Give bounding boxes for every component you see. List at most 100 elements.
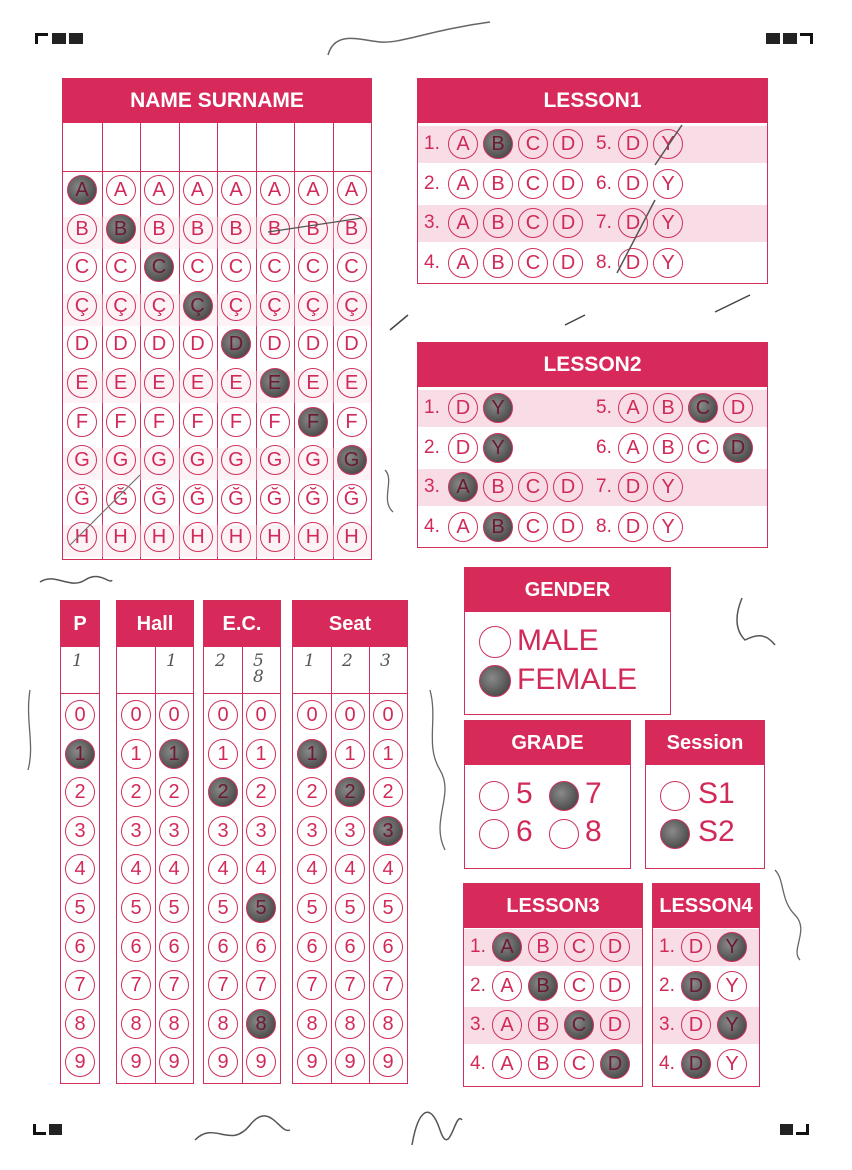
name-letter-bubble[interactable]: D	[182, 329, 213, 360]
name-letter-bubble[interactable]: A	[221, 175, 251, 205]
name-letter-bubble[interactable]: B	[298, 213, 328, 244]
ec-digit-bubble[interactable]: 8	[246, 1008, 276, 1039]
hall-digit-bubble[interactable]: 6	[121, 931, 151, 962]
seat-digit-bubble[interactable]: 1	[297, 738, 327, 769]
lesson4-answer-bubble[interactable]: Y	[717, 1049, 747, 1079]
seat-digit-bubble[interactable]: 2	[335, 777, 365, 808]
hall-digit-bubble[interactable]: 8	[121, 1008, 151, 1039]
lesson3-answer-bubble[interactable]: C	[564, 971, 594, 1001]
lesson2-answer-bubble[interactable]: D	[618, 472, 648, 502]
name-letter-bubble[interactable]: G	[259, 445, 290, 476]
ec-digit-bubble[interactable]: 5	[246, 893, 276, 923]
name-letter-bubble[interactable]: F	[144, 406, 174, 437]
lesson1-answer-bubble[interactable]: Y	[653, 129, 683, 159]
ec-digit-bubble[interactable]: 9	[208, 1047, 238, 1078]
ec-digit-bubble[interactable]: 0	[246, 700, 276, 730]
name-letter-bubble[interactable]: E	[182, 368, 213, 398]
name-letter-bubble[interactable]: E	[298, 368, 328, 398]
lesson3-answer-bubble[interactable]: D	[600, 1049, 630, 1079]
lesson3-answer-bubble[interactable]: D	[600, 971, 630, 1001]
lesson2-answer-bubble[interactable]: A	[448, 472, 478, 502]
p-digit-bubble[interactable]: 4	[65, 854, 95, 885]
seat-digit-bubble[interactable]: 2	[297, 777, 327, 808]
p-digit-bubble[interactable]: 1	[65, 738, 95, 769]
lesson1-answer-bubble[interactable]: Y	[653, 168, 683, 199]
name-letter-bubble[interactable]: Ğ	[144, 483, 174, 514]
name-letter-bubble[interactable]: F	[182, 406, 213, 437]
lesson2-answer-bubble[interactable]: A	[618, 393, 648, 423]
ec-digit-bubble[interactable]: 4	[208, 854, 238, 885]
lesson2-answer-bubble[interactable]: C	[518, 511, 548, 542]
lesson1-answer-bubble[interactable]: D	[553, 129, 583, 159]
hall-digit-bubble[interactable]: 2	[121, 777, 151, 808]
lesson4-answer-bubble[interactable]: D	[681, 1010, 711, 1040]
grade-5-bubble[interactable]	[479, 781, 509, 811]
hall-digit-bubble[interactable]: 4	[121, 854, 151, 885]
name-letter-bubble[interactable]: D	[105, 329, 136, 360]
lesson2-answer-bubble[interactable]: C	[688, 432, 718, 463]
lesson2-answer-bubble[interactable]: C	[518, 472, 548, 502]
lesson1-answer-bubble[interactable]: D	[553, 208, 583, 238]
seat-digit-bubble[interactable]: 3	[335, 815, 365, 846]
name-letter-bubble[interactable]: E	[67, 368, 97, 398]
seat-digit-bubble[interactable]: 8	[373, 1008, 403, 1039]
name-letter-bubble[interactable]: E	[105, 368, 136, 398]
lesson1-answer-bubble[interactable]: C	[518, 208, 548, 238]
lesson3-answer-bubble[interactable]: D	[600, 1010, 630, 1040]
name-letter-bubble[interactable]: Ğ	[105, 483, 136, 514]
lesson2-answer-bubble[interactable]: B	[483, 472, 513, 502]
lesson2-answer-bubble[interactable]: A	[618, 432, 648, 463]
hall-digit-bubble[interactable]: 8	[159, 1008, 189, 1039]
name-letter-bubble[interactable]: G	[298, 445, 328, 476]
name-letter-bubble[interactable]: A	[105, 175, 136, 205]
seat-digit-bubble[interactable]: 8	[335, 1008, 365, 1039]
p-digit-bubble[interactable]: 9	[65, 1047, 95, 1078]
seat-digit-bubble[interactable]: 1	[373, 738, 403, 769]
name-letter-bubble[interactable]: Ç	[336, 290, 367, 321]
lesson1-answer-bubble[interactable]: A	[448, 247, 478, 278]
ec-digit-bubble[interactable]: 8	[208, 1008, 238, 1039]
lesson2-answer-bubble[interactable]: D	[553, 472, 583, 502]
ec-digit-bubble[interactable]: 0	[208, 700, 238, 730]
lesson1-answer-bubble[interactable]: D	[618, 168, 648, 199]
lesson3-answer-bubble[interactable]: D	[600, 932, 630, 962]
seat-digit-bubble[interactable]: 0	[335, 700, 365, 730]
name-letter-bubble[interactable]: H	[182, 522, 213, 553]
name-letter-bubble[interactable]: B	[259, 213, 290, 244]
name-letter-bubble[interactable]: F	[336, 406, 367, 437]
lesson4-answer-bubble[interactable]: D	[681, 1049, 711, 1079]
name-letter-bubble[interactable]: G	[336, 445, 367, 476]
seat-digit-bubble[interactable]: 6	[297, 931, 327, 962]
name-letter-bubble[interactable]: F	[67, 406, 97, 437]
name-letter-bubble[interactable]: F	[298, 406, 328, 437]
p-digit-bubble[interactable]: 7	[65, 970, 95, 1001]
seat-digit-bubble[interactable]: 0	[297, 700, 327, 730]
seat-digit-bubble[interactable]: 4	[335, 854, 365, 885]
name-letter-bubble[interactable]: G	[67, 445, 97, 476]
ec-digit-bubble[interactable]: 7	[246, 970, 276, 1001]
lesson2-answer-bubble[interactable]: D	[618, 511, 648, 542]
seat-digit-bubble[interactable]: 3	[297, 815, 327, 846]
name-letter-bubble[interactable]: H	[105, 522, 136, 553]
lesson2-answer-bubble[interactable]: Y	[483, 393, 513, 423]
name-letter-bubble[interactable]: B	[105, 213, 136, 244]
p-digit-bubble[interactable]: 8	[65, 1008, 95, 1039]
lesson2-answer-bubble[interactable]: D	[448, 393, 478, 423]
lesson1-answer-bubble[interactable]: C	[518, 129, 548, 159]
lesson4-answer-bubble[interactable]: Y	[717, 971, 747, 1001]
lesson1-answer-bubble[interactable]: A	[448, 208, 478, 238]
hall-digit-bubble[interactable]: 3	[121, 815, 151, 846]
hall-digit-bubble[interactable]: 1	[121, 738, 151, 769]
lesson2-answer-bubble[interactable]: Y	[653, 472, 683, 502]
name-letter-bubble[interactable]: B	[221, 213, 251, 244]
name-letter-bubble[interactable]: F	[259, 406, 290, 437]
name-letter-bubble[interactable]: C	[221, 252, 251, 283]
hall-digit-bubble[interactable]: 9	[159, 1047, 189, 1078]
lesson1-answer-bubble[interactable]: A	[448, 168, 478, 199]
lesson3-answer-bubble[interactable]: B	[528, 971, 558, 1001]
seat-digit-bubble[interactable]: 2	[373, 777, 403, 808]
lesson3-answer-bubble[interactable]: A	[492, 971, 522, 1001]
lesson2-answer-bubble[interactable]: D	[448, 432, 478, 463]
name-letter-bubble[interactable]: C	[259, 252, 290, 283]
ec-digit-bubble[interactable]: 1	[208, 738, 238, 769]
